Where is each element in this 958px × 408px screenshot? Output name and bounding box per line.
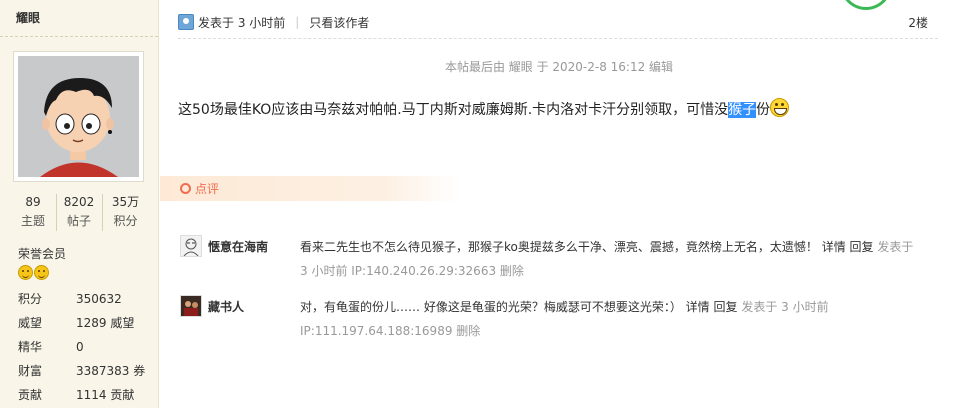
info-row-contribution: 贡献 1114 贡献 xyxy=(0,383,159,407)
only-author-link[interactable]: 只看该作者 xyxy=(309,14,369,31)
reply-link[interactable]: 回复 xyxy=(714,300,738,314)
info-key: 贡献 xyxy=(18,388,43,402)
info-row-digest: 精华 0 xyxy=(0,335,159,359)
info-key: 精华 xyxy=(18,340,43,354)
author-info: 积分 350632 威望 1289 威望 精华 0 财富 3387383 券 贡… xyxy=(0,287,159,407)
post-text: 这50场最佳KO应该由马奈兹对帕帕.马丁内斯对威廉姆斯.卡内洛对卡汗分别领取，可… xyxy=(178,102,729,118)
stat-posts-count: 8202 xyxy=(63,195,95,209)
post-header: 发表于 3 小时前 | 只看该作者 xyxy=(178,12,369,32)
sketch-avatar-icon xyxy=(181,236,201,257)
author-stats: 89 主题 8202 帖子 35万 积分 xyxy=(0,194,159,231)
divider: | xyxy=(295,15,300,29)
online-user-icon xyxy=(178,14,194,30)
post-main: 发表于 3 小时前 | 只看该作者 2楼 本帖最后由 耀眼 于 2020-2-8… xyxy=(160,0,958,408)
smiley-star-icon xyxy=(18,265,33,280)
smiley-star-icon xyxy=(34,265,49,280)
delete-link[interactable]: 删除 xyxy=(456,324,480,338)
commenter-name[interactable]: 藏书人 xyxy=(208,298,244,315)
comment-content: 对，有龟蛋的份儿…… 好像这是龟蛋的光荣？梅威瑟可不想要这光荣：） xyxy=(300,300,682,314)
info-value: 1114 贡献 xyxy=(76,388,135,402)
info-key: 积分 xyxy=(18,292,43,306)
commenter-avatar[interactable] xyxy=(180,295,202,317)
floor-number[interactable]: 2楼 xyxy=(908,14,928,31)
commenter-name[interactable]: 惬意在海南 xyxy=(208,238,268,255)
comment-text: 对，有龟蛋的份儿…… 好像这是龟蛋的光荣？梅威瑟可不想要这光荣：） 详情 回复 … xyxy=(300,295,920,343)
delete-link[interactable]: 删除 xyxy=(500,264,524,278)
grin-emoji-icon xyxy=(770,98,790,117)
detail-link[interactable]: 详情 xyxy=(822,240,846,254)
header-divider xyxy=(178,38,938,39)
stat-points-count: 35万 xyxy=(111,195,140,209)
stat-topics-count: 89 xyxy=(25,195,41,209)
post-time: 发表于 3 小时前 xyxy=(198,15,286,30)
info-value: 1289 威望 xyxy=(76,316,135,330)
info-row-prestige: 威望 1289 威望 xyxy=(0,311,159,335)
author-sidebar: 耀眼 89 主题 8202 帖子 35万 积分 荣誉会员 积分 350632 威… xyxy=(0,0,159,408)
author-username[interactable]: 耀眼 xyxy=(0,0,158,37)
info-value: 3387383 券 xyxy=(76,364,146,378)
rank-stars xyxy=(18,265,49,280)
comment-text: 看来二先生也不怎么待见猴子，那猴子ko奥提兹多么干净、漂亮、震撼，竟然榜上无名，… xyxy=(300,235,920,283)
selected-text: 猴子 xyxy=(728,102,757,118)
detail-link[interactable]: 详情 xyxy=(686,300,710,314)
reply-link[interactable]: 回复 xyxy=(850,240,874,254)
avatar-image xyxy=(18,56,139,177)
comment-circle-icon xyxy=(180,183,191,194)
info-row-wealth: 财富 3387383 券 xyxy=(0,359,159,383)
info-value: 350632 xyxy=(76,292,122,306)
info-row-points: 积分 350632 xyxy=(0,287,159,311)
stat-posts[interactable]: 8202 帖子 xyxy=(57,194,103,231)
info-value: 0 xyxy=(76,340,84,354)
photo-avatar-icon xyxy=(181,296,201,316)
info-key: 威望 xyxy=(18,316,43,330)
info-key: 财富 xyxy=(18,364,43,378)
stat-points-label: 积分 xyxy=(113,214,138,228)
stat-points[interactable]: 35万 积分 xyxy=(103,194,149,231)
post-text-end: 份 xyxy=(756,102,771,118)
comment-header: 点评 xyxy=(160,176,460,201)
user-group[interactable]: 荣誉会员 xyxy=(18,245,66,262)
stat-topics-label: 主题 xyxy=(20,214,45,228)
commenter-avatar[interactable] xyxy=(180,235,202,257)
stat-posts-label: 帖子 xyxy=(66,214,91,228)
comment-content: 看来二先生也不怎么待见猴子，那猴子ko奥提兹多么干净、漂亮、震撼，竟然榜上无名，… xyxy=(300,240,818,254)
cartoon-avatar-icon xyxy=(18,56,139,177)
author-avatar[interactable] xyxy=(13,51,144,182)
edit-note: 本帖最后由 耀眼 于 2020-2-8 16:12 编辑 xyxy=(444,60,674,74)
post-body: 这50场最佳KO应该由马奈兹对帕帕.马丁内斯对威廉姆斯.卡内洛对卡汗分别领取，可… xyxy=(178,98,790,119)
stat-topics[interactable]: 89 主题 xyxy=(11,194,57,231)
floating-circle-button[interactable] xyxy=(840,0,892,10)
comment-title: 点评 xyxy=(195,182,220,196)
